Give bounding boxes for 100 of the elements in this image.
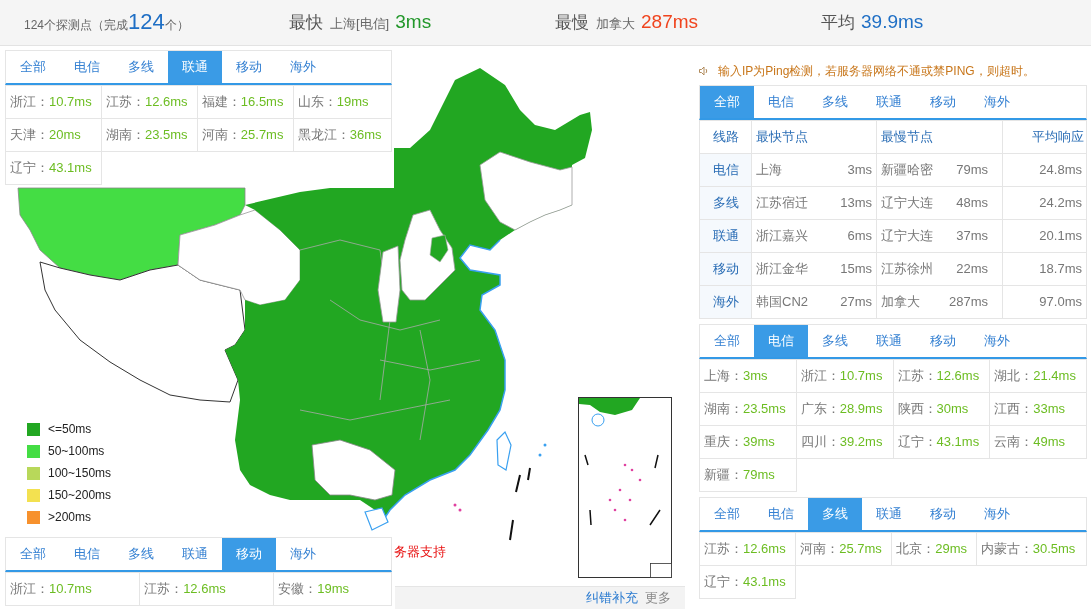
island-dot [543, 443, 547, 447]
region-label: 福建： [201, 94, 241, 110]
region-label: 湖南： [105, 127, 145, 143]
table-cell: 24.2ms [1002, 186, 1087, 220]
stat-value: 39.9ms [861, 10, 924, 35]
node-time: 37ms [956, 227, 988, 246]
legend-label: 100~150ms [48, 465, 112, 482]
region-label: 陕西： [897, 401, 937, 417]
ping-time: 29ms [935, 541, 968, 557]
node-name: 江苏徐州 [881, 260, 933, 279]
ping-time: 23.5ms [144, 127, 188, 143]
node-name: 上海[电信] [330, 15, 390, 34]
line-cell: 联通 [699, 219, 752, 253]
region-label: 湖南： [704, 401, 743, 417]
ping-time: 19ms [317, 581, 350, 597]
footer-link[interactable]: 纠错补充 [586, 588, 638, 608]
probe-count: 124 [128, 11, 165, 33]
node-name: 辽宁大连 [881, 194, 933, 213]
island-shape [364, 507, 389, 531]
region-label: 黑龙江： [297, 127, 350, 143]
ping-time: 43.1ms [936, 434, 980, 450]
node-name: 辽宁大连 [881, 227, 933, 246]
ping-time: 12.6ms [183, 581, 226, 597]
ping-time: 19ms [336, 94, 369, 110]
column-header: 最慢节点 [876, 120, 1003, 154]
ping-time: 23.5ms [743, 401, 786, 417]
ping-time: 28.9ms [839, 401, 883, 417]
region-label: 湖北： [994, 368, 1034, 384]
node-time: 48ms [956, 194, 988, 213]
ping-time: 79ms [743, 467, 775, 483]
region-label: 四川： [800, 434, 840, 450]
speaker-icon [699, 66, 708, 76]
island-dot [538, 453, 542, 457]
ping-time: 3ms [743, 368, 768, 384]
region-label: 云南： [994, 434, 1034, 450]
region-label: 上海： [704, 368, 743, 384]
region-label: 辽宁： [897, 434, 937, 450]
table-cell: 20.1ms [1002, 219, 1087, 253]
boundary-dash [509, 519, 514, 541]
tab[interactable]: 移动 [222, 538, 276, 570]
node-time: 27ms [840, 293, 872, 312]
legend-label: 150~200ms [48, 487, 112, 504]
node-name: 加拿大 [596, 15, 635, 34]
line-cell: 电信 [699, 153, 752, 187]
legend-label: <=50ms [48, 421, 92, 438]
region-label: 江苏： [897, 368, 937, 384]
tab[interactable]: 电信 [754, 325, 808, 357]
column-header: 最快节点 [751, 120, 877, 154]
node-name: 浙江金华 [756, 260, 808, 279]
ping-time: 43.1ms [743, 574, 786, 590]
region-label: 新疆： [704, 467, 743, 483]
region-label: 广东： [800, 401, 840, 417]
ping-time: 30ms [936, 401, 969, 417]
summary-label: 124个探测点（完成 [24, 18, 129, 34]
region-label: 浙江： [10, 581, 49, 597]
region-label: 辽宁： [10, 160, 49, 176]
region-label: 江苏： [144, 581, 184, 597]
region-label: 江苏： [105, 94, 145, 110]
ping-time: 25.7ms [240, 127, 284, 143]
region-label: 北京： [896, 541, 936, 557]
region-label: 重庆： [704, 434, 743, 450]
node-name: 韩国CN2 [756, 293, 808, 312]
stat-value: 3ms [395, 10, 432, 35]
footer-link[interactable]: 更多 [645, 588, 671, 608]
stat-label: 最快 [289, 12, 323, 35]
ping-time: 20ms [49, 127, 81, 143]
stat-label: 平均 [821, 12, 855, 35]
ping-time: 36ms [349, 127, 382, 143]
ping-time: 12.6ms [936, 368, 980, 384]
region-label: 山东： [297, 94, 337, 110]
ping-time: 43.1ms [49, 160, 92, 176]
boundary-dash [515, 474, 521, 493]
column-header: 平均响应 [1002, 120, 1087, 154]
tab[interactable]: 联通 [168, 51, 222, 83]
region-label: 辽宁： [704, 574, 743, 590]
node-name: 加拿大 [881, 293, 920, 312]
line-cell: 移动 [699, 252, 752, 286]
ping-time: 12.6ms [144, 94, 188, 110]
table-cell: 24.8ms [1002, 153, 1087, 187]
ping-time: 12.6ms [743, 541, 786, 557]
node-time: 3ms [847, 161, 872, 180]
stat-label: 最慢 [555, 12, 589, 35]
node-name: 江苏宿迁 [756, 194, 808, 213]
tab[interactable]: 全部 [700, 86, 754, 118]
tab[interactable]: 多线 [808, 498, 862, 530]
node-name: 浙江嘉兴 [756, 227, 808, 246]
region-label: 河南： [201, 127, 241, 143]
region-label: 安徽： [278, 581, 318, 597]
ping-time: 21.4ms [1033, 368, 1076, 384]
ping-time: 39.2ms [839, 434, 883, 450]
line-cell: 多线 [699, 186, 752, 220]
node-name: 上海 [756, 161, 782, 180]
region-label: 内蒙古： [980, 541, 1033, 557]
region-label: 河南： [800, 541, 840, 557]
ping-time: 49ms [1033, 434, 1066, 450]
ping-time: 10.7ms [839, 368, 883, 384]
node-time: 13ms [840, 194, 872, 213]
region-label: 江苏： [704, 541, 743, 557]
node-time: 6ms [847, 227, 872, 246]
table-cell: 97.0ms [1002, 285, 1087, 319]
